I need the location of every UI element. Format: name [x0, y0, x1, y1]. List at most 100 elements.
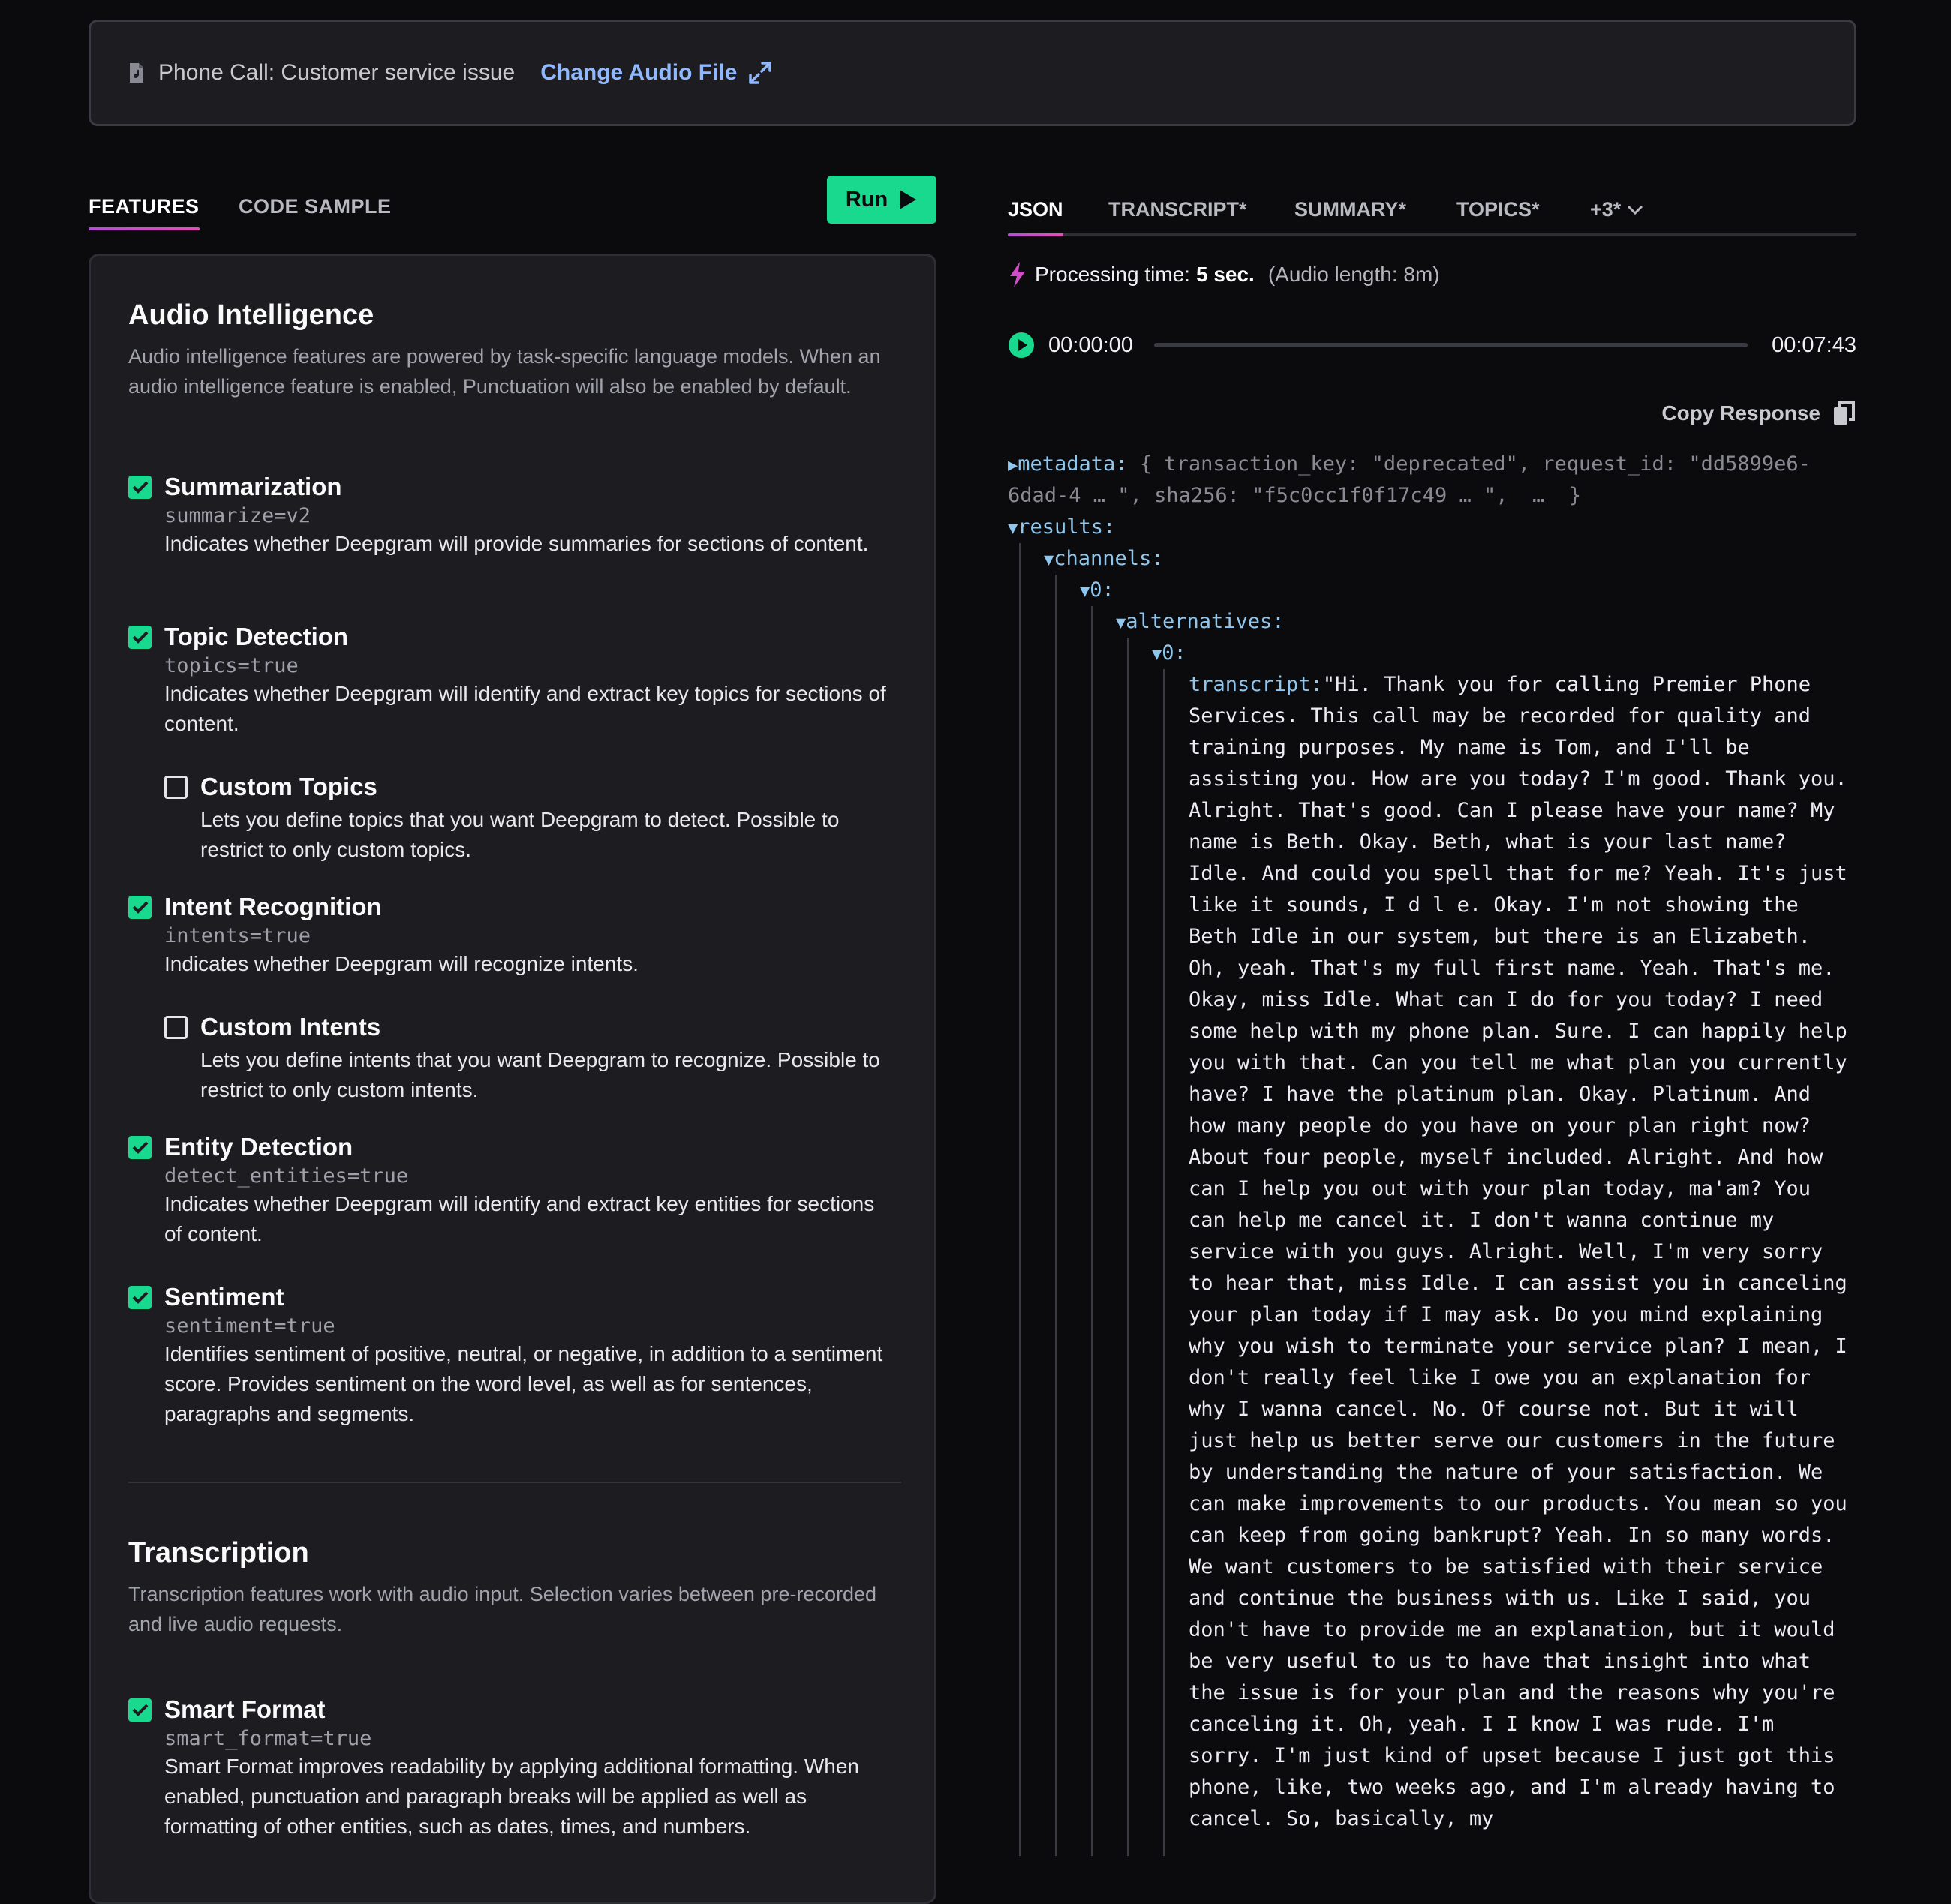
feature-title: Custom Topics — [200, 773, 377, 800]
copy-response-button[interactable]: Copy Response — [1661, 401, 1856, 426]
collapse-triangle-icon: ▼ — [1152, 645, 1162, 664]
current-time: 00:00:00 — [1048, 332, 1133, 357]
collapse-triangle-icon: ▼ — [1044, 551, 1054, 569]
check-icon — [132, 1141, 148, 1154]
feature-title: Intent Recognition — [164, 893, 382, 920]
tab-features[interactable]: FEATURES — [89, 195, 200, 230]
feature-title: Topic Detection — [164, 623, 349, 650]
collapse-triangle-icon: ▼ — [1116, 614, 1126, 632]
json-alternative-index-row[interactable]: ▼0: — [1152, 638, 1186, 671]
tab-json[interactable]: JSON — [1008, 198, 1063, 236]
feature-param: intents=true — [164, 924, 311, 947]
feature-title: Custom Intents — [200, 1013, 381, 1041]
copy-response-label: Copy Response — [1661, 401, 1820, 425]
custom-intents-checkbox[interactable] — [164, 1015, 188, 1039]
sentiment-checkbox[interactable] — [128, 1285, 152, 1309]
json-metadata-row[interactable]: ▶metadata: { transaction_key: "deprecate… — [1008, 449, 1811, 482]
json-collapsed-value-cont: 6dad-4 … ", sha256: "f5c0cc1f0f17c49 … "… — [1008, 484, 1582, 507]
json-alternatives-row[interactable]: ▼alternatives: — [1116, 606, 1285, 639]
audio-file-name: Phone Call: Customer service issue — [158, 60, 516, 85]
feature-intent-recognition: Intent Recognition intents=true Indicate… — [128, 892, 886, 979]
json-key: alternatives: — [1126, 610, 1285, 633]
feature-param: detect_entities=true — [164, 1164, 409, 1188]
expand-icon[interactable] — [747, 60, 773, 86]
feature-title: Summarization — [164, 473, 342, 500]
tab-summary[interactable]: SUMMARY* — [1294, 198, 1406, 221]
feature-param: sentiment=true — [164, 1314, 335, 1338]
collapse-triangle-icon: ▼ — [1080, 582, 1090, 601]
run-button-label: Run — [845, 187, 888, 212]
json-transcript-value: "Hi. Thank you for calling Premier Phone… — [1189, 673, 1847, 1830]
play-icon — [900, 190, 917, 209]
json-indent-guide — [1163, 669, 1165, 1856]
transcription-description: Transcription features work with audio i… — [128, 1583, 877, 1635]
feature-custom-intents: Custom Intents Lets you define intents t… — [164, 1012, 885, 1105]
audio-length: (Audio length: 8m) — [1267, 263, 1440, 286]
tab-more[interactable]: +3* — [1590, 198, 1643, 221]
feature-description: Indicates whether Deepgram will recogniz… — [164, 952, 639, 975]
feature-custom-topics: Custom Topics Lets you define topics tha… — [164, 772, 885, 865]
feature-summarization: Summarization summarize=v2 Indicates whe… — [128, 472, 886, 559]
topic-detection-checkbox[interactable] — [128, 625, 152, 649]
json-transcript-row: transcript:"Hi. Thank you for calling Pr… — [1189, 669, 1849, 1835]
feature-param: smart_format=true — [164, 1727, 372, 1750]
json-key: 0: — [1162, 641, 1186, 665]
change-audio-file-link[interactable]: Change Audio File — [540, 60, 737, 86]
feature-title: Entity Detection — [164, 1133, 353, 1161]
audio-intelligence-title: Audio Intelligence — [128, 299, 374, 331]
tab-transcript[interactable]: TRANSCRIPT* — [1108, 198, 1247, 221]
copy-icon — [1834, 401, 1855, 425]
tab-topics[interactable]: TOPICS* — [1456, 198, 1540, 221]
json-key: metadata: — [1018, 452, 1128, 476]
check-icon — [132, 481, 148, 494]
tab-code-sample[interactable]: CODE SAMPLE — [239, 195, 392, 218]
left-tab-bar: FEATURES CODE SAMPLE Run — [89, 174, 936, 234]
feature-description: Smart Format improves readability by app… — [164, 1755, 859, 1838]
smart-format-checkbox[interactable] — [128, 1698, 152, 1722]
feature-description: Indicates whether Deepgram will provide … — [164, 532, 869, 555]
processing-info: Processing time: 5 sec. (Audio length: 8… — [1008, 258, 1440, 291]
json-channels-row[interactable]: ▼channels: — [1044, 543, 1164, 576]
json-channel-index-row[interactable]: ▼0: — [1080, 575, 1114, 608]
feature-title: Smart Format — [164, 1695, 326, 1723]
entity-detection-checkbox[interactable] — [128, 1135, 152, 1159]
intent-recognition-checkbox[interactable] — [128, 895, 152, 919]
json-results-row[interactable]: ▼results: — [1008, 512, 1115, 545]
check-icon — [132, 901, 148, 914]
check-icon — [132, 1704, 148, 1716]
json-collapsed-value: { transaction_key: "deprecated", request… — [1139, 452, 1811, 476]
json-key: channels: — [1054, 547, 1164, 570]
features-panel: Audio Intelligence Audio intelligence fe… — [89, 254, 936, 1904]
json-indent-guide — [1127, 638, 1129, 1856]
audio-file-icon — [128, 62, 145, 83]
lightning-icon — [1010, 262, 1025, 287]
summarization-checkbox[interactable] — [128, 475, 152, 499]
json-key: 0: — [1090, 578, 1114, 602]
expand-triangle-icon: ▶ — [1008, 456, 1018, 475]
feature-sentiment: Sentiment sentiment=true Identifies sent… — [128, 1282, 886, 1429]
processing-label: Processing time: — [1035, 263, 1190, 286]
tab-more-label: +3* — [1590, 198, 1622, 221]
feature-param: topics=true — [164, 654, 299, 677]
json-key: transcript: — [1189, 673, 1323, 696]
chevron-down-icon — [1628, 205, 1643, 215]
feature-entity-detection: Entity Detection detect_entities=true In… — [128, 1132, 886, 1249]
custom-topics-checkbox[interactable] — [164, 775, 188, 799]
json-indent-guide — [1055, 575, 1057, 1856]
transcription-title: Transcription — [128, 1537, 309, 1569]
feature-description: Indicates whether Deepgram will identify… — [164, 682, 886, 735]
audio-intelligence-description: Audio intelligence features are powered … — [128, 345, 881, 398]
json-indent-guide — [1019, 543, 1021, 1856]
play-circle-icon[interactable] — [1008, 332, 1035, 359]
json-viewer: ▶metadata: { transaction_key: "deprecate… — [1008, 449, 1856, 1856]
check-icon — [132, 1291, 148, 1304]
feature-description: Lets you define topics that you want Dee… — [200, 808, 840, 861]
audio-progress-track[interactable] — [1153, 343, 1748, 347]
audio-player: 00:00:00 00:07:43 — [1008, 329, 1856, 362]
feature-smart-format: Smart Format smart_format=true Smart For… — [128, 1695, 886, 1842]
feature-param: summarize=v2 — [164, 504, 311, 527]
collapse-triangle-icon: ▼ — [1008, 519, 1018, 538]
json-key: results: — [1018, 515, 1116, 539]
right-tab-bar: JSON TRANSCRIPT* SUMMARY* TOPICS* +3* — [1008, 174, 1856, 236]
run-button[interactable]: Run — [827, 176, 936, 224]
